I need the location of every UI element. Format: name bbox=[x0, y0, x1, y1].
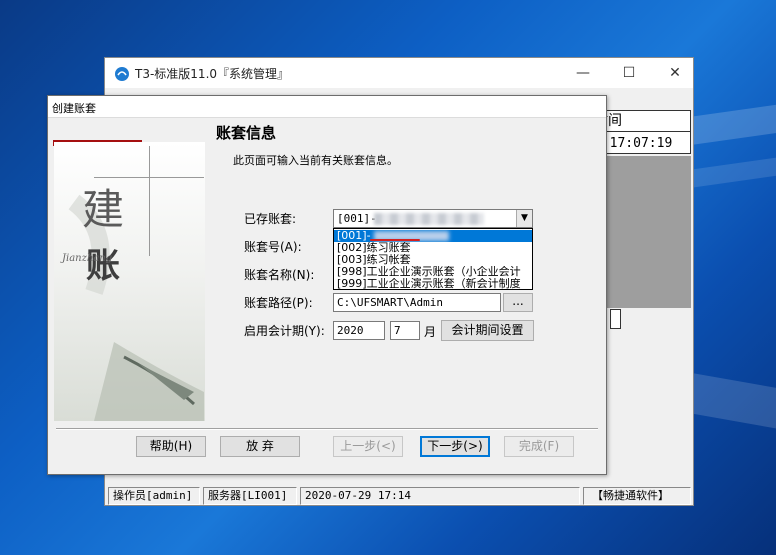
minimize-button[interactable]: — bbox=[560, 58, 606, 88]
dialog-title: 创建账套 bbox=[52, 102, 96, 115]
start-period-label: 启用会计期(Y): bbox=[244, 324, 325, 338]
browse-button[interactable]: ... bbox=[503, 293, 533, 312]
side-illustration: 建 账 Jianzhang bbox=[54, 142, 205, 421]
status-bar: 操作员[admin] 服务器[LI001] 2020-07-29 17:14 【… bbox=[105, 486, 693, 506]
redacted-text bbox=[374, 213, 484, 225]
app-logo-icon bbox=[115, 67, 129, 81]
dropdown-option[interactable]: [002]练习账套 bbox=[334, 242, 532, 254]
combo-value: [001]- bbox=[337, 212, 377, 225]
section-title: 账套信息 bbox=[216, 124, 277, 142]
previous-button[interactable]: 上一步(<) bbox=[333, 436, 403, 457]
red-underline-mark bbox=[370, 239, 420, 241]
existing-account-combo[interactable]: [001]- ▼ bbox=[333, 209, 533, 228]
start-month-input[interactable]: 7 bbox=[390, 321, 420, 340]
decor-line bbox=[149, 146, 150, 256]
feather-pen-illustration bbox=[68, 194, 204, 421]
dropdown-option-selected[interactable]: [001]- bbox=[334, 230, 532, 242]
main-window-title: T3-标准版11.0『系统管理』 bbox=[135, 67, 290, 81]
chevron-down-icon[interactable]: ▼ bbox=[516, 210, 532, 227]
dropdown-option[interactable]: [003]练习帐套 bbox=[334, 254, 532, 266]
finish-button[interactable]: 完成(F) bbox=[504, 436, 574, 457]
cancel-button[interactable]: 放 弃 bbox=[220, 436, 300, 457]
status-server: 服务器[LI001] bbox=[203, 487, 297, 505]
main-title-bar: T3-标准版11.0『系统管理』 — ☐ ✕ bbox=[105, 58, 693, 88]
existing-account-dropdown[interactable]: [001]- [002]练习账套 [003]练习帐套 [998]工业企业演示账套… bbox=[333, 228, 533, 290]
help-button[interactable]: 帮助(H) bbox=[136, 436, 206, 457]
month-unit-label: 月 bbox=[424, 325, 437, 339]
account-path-input[interactable]: C:\UFSMART\Admin bbox=[333, 293, 501, 312]
close-button[interactable]: ✕ bbox=[652, 58, 698, 88]
start-year-input[interactable]: 2020 bbox=[333, 321, 385, 340]
divider bbox=[56, 428, 598, 430]
maximize-button[interactable]: ☐ bbox=[606, 58, 652, 88]
next-button[interactable]: 下一步(>) bbox=[420, 436, 490, 457]
pinyin-text: Jianzhang bbox=[62, 253, 113, 264]
dropdown-option[interactable]: [999]工业企业演示账套（新会计制度 bbox=[334, 278, 532, 289]
status-operator: 操作员[admin] bbox=[108, 487, 200, 505]
section-description: 此页面可输入当前有关账套信息。 bbox=[233, 154, 398, 167]
period-settings-button[interactable]: 会计期间设置 bbox=[441, 320, 534, 341]
calligraphy-char: 建 bbox=[82, 185, 125, 234]
dropdown-option[interactable]: [998]工业企业演示账套（小企业会计 bbox=[334, 266, 532, 278]
lower-grid-edge bbox=[610, 309, 621, 329]
create-account-dialog: 创建账套 建 账 Jianzhang 账套信息 此页面可输入当前有关账套信息。 … bbox=[47, 95, 607, 475]
status-datetime: 2020-07-29 17:14 bbox=[300, 487, 580, 505]
account-name-label: 账套名称(N): bbox=[244, 268, 315, 282]
existing-account-label: 已存账套: bbox=[244, 212, 297, 226]
dialog-title-bar: 创建账套 bbox=[48, 96, 606, 118]
status-brand: 【畅捷通软件】 bbox=[583, 487, 691, 505]
account-number-label: 账套号(A): bbox=[244, 240, 302, 254]
account-path-label: 账套路径(P): bbox=[244, 296, 313, 310]
